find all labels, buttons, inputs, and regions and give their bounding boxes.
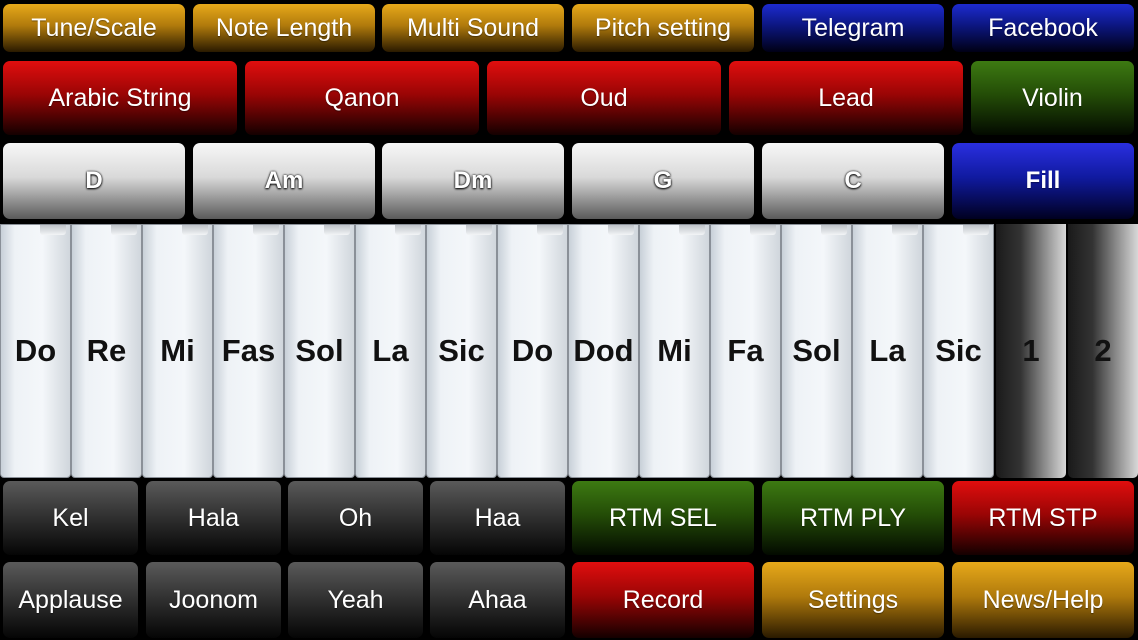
instrument-violin-button[interactable]: Violin xyxy=(971,61,1134,135)
key-label: Fas xyxy=(221,333,276,368)
settings-button[interactable]: Settings xyxy=(762,562,944,638)
chord-g-button[interactable]: G xyxy=(572,143,754,219)
piano-key-sol-2[interactable]: Sol xyxy=(781,224,852,478)
chord-dm-button[interactable]: Dm xyxy=(382,143,564,219)
piano-key-mi[interactable]: Mi xyxy=(142,224,213,478)
news-help-button[interactable]: News/Help xyxy=(952,562,1134,638)
rhythm-stop-button[interactable]: RTM STP xyxy=(952,481,1134,555)
piano-key-sic[interactable]: Sic xyxy=(426,224,497,478)
note-length-button[interactable]: Note Length xyxy=(193,4,375,52)
piano-key-mi-2[interactable]: Mi xyxy=(639,224,710,478)
instrument-oud-button[interactable]: Oud xyxy=(487,61,721,135)
voice-ahaa-button[interactable]: Ahaa xyxy=(430,562,565,638)
piano-key-fas[interactable]: Fas xyxy=(213,224,284,478)
voice-oh-button[interactable]: Oh xyxy=(288,481,423,555)
facebook-button[interactable]: Facebook xyxy=(952,4,1134,52)
key-label: Sic xyxy=(935,333,982,368)
piano-key-dod[interactable]: Dod xyxy=(568,224,639,478)
key-label: Sol xyxy=(295,333,344,368)
piano-key-do-2[interactable]: Do xyxy=(497,224,568,478)
piano-key-la[interactable]: La xyxy=(355,224,426,478)
key-label: La xyxy=(869,333,906,368)
rhythm-select-button[interactable]: RTM SEL xyxy=(572,481,754,555)
key-label: Do xyxy=(14,333,57,368)
instrument-qanon-button[interactable]: Qanon xyxy=(245,61,479,135)
voice-haa-button[interactable]: Haa xyxy=(430,481,565,555)
key-label: Re xyxy=(86,333,127,368)
voice-yeah-button[interactable]: Yeah xyxy=(288,562,423,638)
fill-button[interactable]: Fill xyxy=(952,143,1134,219)
instrument-lead-button[interactable]: Lead xyxy=(729,61,963,135)
piano-key-fa[interactable]: Fa xyxy=(710,224,781,478)
drum-key-2[interactable]: 2 xyxy=(1068,224,1138,478)
voice-joonom-button[interactable]: Joonom xyxy=(146,562,281,638)
key-label: La xyxy=(372,333,409,368)
voice-hala-button[interactable]: Hala xyxy=(146,481,281,555)
piano-key-sol[interactable]: Sol xyxy=(284,224,355,478)
key-label: Do xyxy=(511,333,554,368)
piano-key-la-2[interactable]: La xyxy=(852,224,923,478)
rhythm-play-button[interactable]: RTM PLY xyxy=(762,481,944,555)
voice-applause-button[interactable]: Applause xyxy=(3,562,138,638)
chord-c-button[interactable]: C xyxy=(762,143,944,219)
record-button[interactable]: Record xyxy=(572,562,754,638)
key-label: Mi xyxy=(160,333,195,368)
instrument-arabic-string-button[interactable]: Arabic String xyxy=(3,61,237,135)
key-label: Sic xyxy=(438,333,485,368)
chord-d-button[interactable]: D xyxy=(3,143,185,219)
tune-scale-button[interactable]: Tune/Scale xyxy=(3,4,185,52)
pitch-setting-button[interactable]: Pitch setting xyxy=(572,4,754,52)
piano-key-sic-2[interactable]: Sic xyxy=(923,224,994,478)
drum-key-label: 2 xyxy=(1094,333,1112,368)
voice-kel-button[interactable]: Kel xyxy=(3,481,138,555)
drum-key-1[interactable]: 1 xyxy=(996,224,1066,478)
key-label: Mi xyxy=(657,333,692,368)
telegram-button[interactable]: Telegram xyxy=(762,4,944,52)
key-label: Dod xyxy=(573,333,634,368)
drum-key-label: 1 xyxy=(1022,333,1040,368)
key-label: Fa xyxy=(727,333,764,368)
chord-am-button[interactable]: Am xyxy=(193,143,375,219)
piano-key-re[interactable]: Re xyxy=(71,224,142,478)
piano-key-do[interactable]: Do xyxy=(0,224,71,478)
multi-sound-button[interactable]: Multi Sound xyxy=(382,4,564,52)
key-label: Sol xyxy=(792,333,841,368)
